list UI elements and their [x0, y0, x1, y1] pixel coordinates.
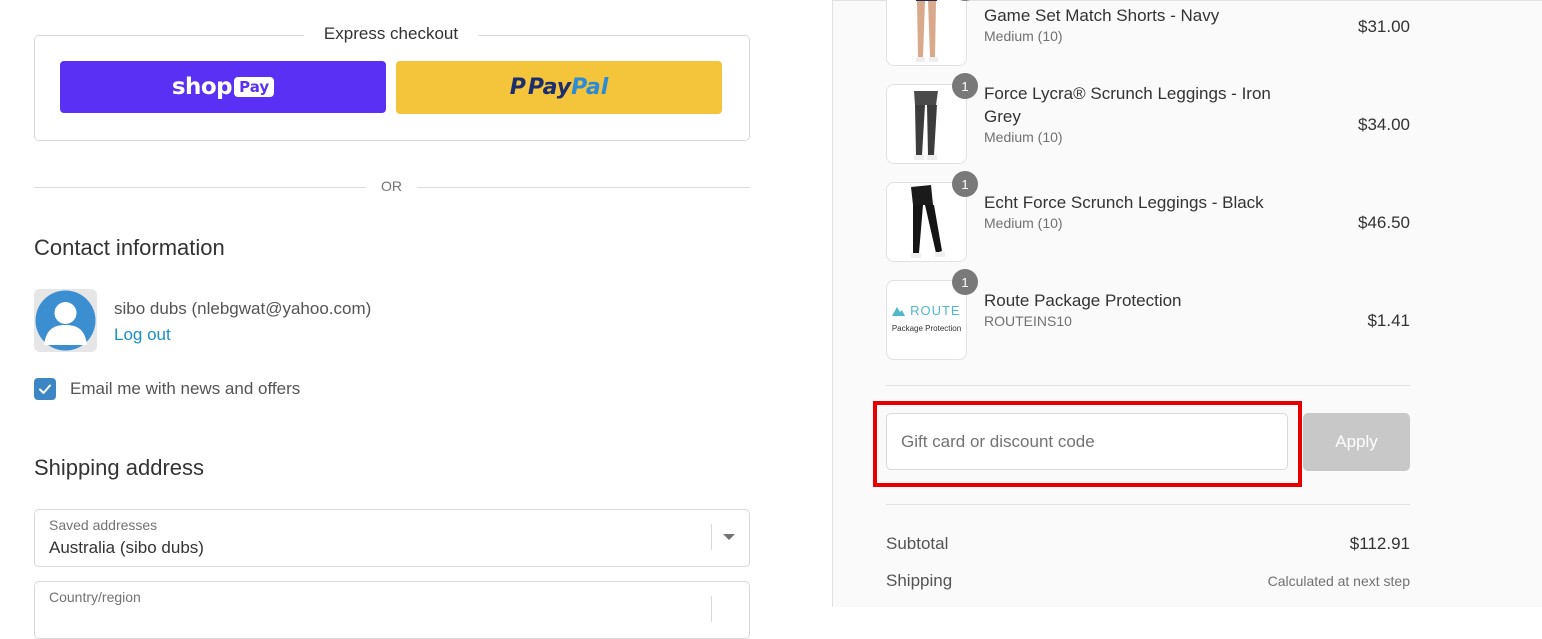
shop-pay-logo-box: Pay: [234, 77, 275, 97]
highlight-box: [873, 401, 1302, 487]
item-price: $31.00: [1358, 17, 1410, 36]
list-item: 1 Force Lycra® Scrunch Leggings - Iron G…: [886, 73, 1410, 164]
item-variant: Medium (10): [984, 215, 1063, 231]
product-thumbnail: ROUTE Package Protection: [886, 280, 967, 360]
item-price: $46.50: [1358, 213, 1410, 232]
summary-divider: [886, 385, 1410, 386]
select-divider: [711, 596, 712, 622]
contact-heading: Contact information: [34, 235, 225, 260]
checkout-main-column: Express checkout shop Pay P Pay Pal OR C…: [0, 0, 832, 639]
subtotal-value: $112.91: [1349, 534, 1410, 553]
avatar: [34, 289, 97, 352]
saved-addresses-select[interactable]: Saved addresses Australia (sibo dubs): [34, 509, 750, 567]
route-logo-subtitle: Package Protection: [891, 324, 962, 333]
checkmark-icon: [39, 384, 51, 394]
shorts-product-image: [887, 0, 966, 65]
item-price: $34.00: [1358, 115, 1410, 134]
summary-divider: [886, 504, 1410, 505]
select-divider: [711, 524, 712, 550]
user-avatar-icon: [35, 290, 96, 351]
list-item: ROUTE Package Protection 1 Route Package…: [886, 269, 1410, 360]
saved-addresses-value: Australia (sibo dubs): [49, 538, 204, 557]
route-logo: ROUTE Package Protection: [887, 303, 966, 333]
newsletter-label: Email me with news and offers: [70, 379, 301, 398]
paypal-icon: P: [509, 75, 526, 100]
product-thumbnail: [886, 0, 967, 66]
list-item: 1 Game Set Match Shorts - Navy Medium (1…: [886, 0, 1410, 66]
quantity-badge: 1: [952, 73, 978, 99]
shipping-value: Calculated at next step: [1267, 573, 1410, 589]
chevron-down-icon: [723, 534, 735, 540]
contact-user-email: sibo dubs (nlebgwat@yahoo.com): [114, 299, 372, 318]
paypal-logo-word2: Pal: [571, 75, 609, 100]
shop-pay-logo-word: shop: [171, 74, 233, 100]
item-name: Route Package Protection: [984, 291, 1182, 310]
route-logo-word: ROUTE: [910, 303, 961, 318]
item-price: $1.41: [1367, 311, 1410, 330]
or-divider-left: [34, 187, 366, 188]
saved-addresses-label: Saved addresses: [49, 517, 158, 533]
product-thumbnail: [886, 182, 967, 262]
item-name: Force Lycra® Scrunch Leggings - Iron Gre…: [984, 84, 1271, 126]
route-icon: [892, 307, 906, 317]
country-region-label: Country/region: [49, 589, 141, 605]
or-divider-text: OR: [381, 178, 402, 194]
logout-link[interactable]: Log out: [114, 325, 171, 345]
item-name: Game Set Match Shorts - Navy: [984, 6, 1220, 25]
newsletter-checkbox[interactable]: [34, 378, 56, 400]
express-checkout-title: Express checkout: [304, 22, 478, 46]
quantity-badge: 1: [952, 269, 978, 295]
shop-pay-button[interactable]: shop Pay: [60, 61, 386, 113]
country-region-select[interactable]: Country/region: [34, 581, 750, 639]
item-variant: ROUTEINS10: [984, 313, 1072, 329]
leggings-grey-product-image: [887, 85, 966, 163]
paypal-button[interactable]: P Pay Pal: [396, 61, 722, 114]
shipping-label: Shipping: [886, 571, 953, 590]
item-name: Echt Force Scrunch Leggings - Black: [984, 193, 1264, 212]
or-divider-right: [417, 187, 750, 188]
paypal-logo-word1: Pay: [527, 75, 572, 100]
shipping-heading: Shipping address: [34, 455, 205, 480]
item-variant: Medium (10): [984, 28, 1063, 44]
quantity-badge: 1: [952, 171, 978, 197]
item-variant: Medium (10): [984, 129, 1063, 145]
subtotal-label: Subtotal: [886, 534, 949, 553]
product-thumbnail: [886, 84, 967, 164]
list-item: 1 Echt Force Scrunch Leggings - Black Me…: [886, 171, 1410, 262]
apply-discount-button[interactable]: Apply: [1303, 413, 1410, 471]
leggings-black-product-image: [887, 183, 966, 261]
